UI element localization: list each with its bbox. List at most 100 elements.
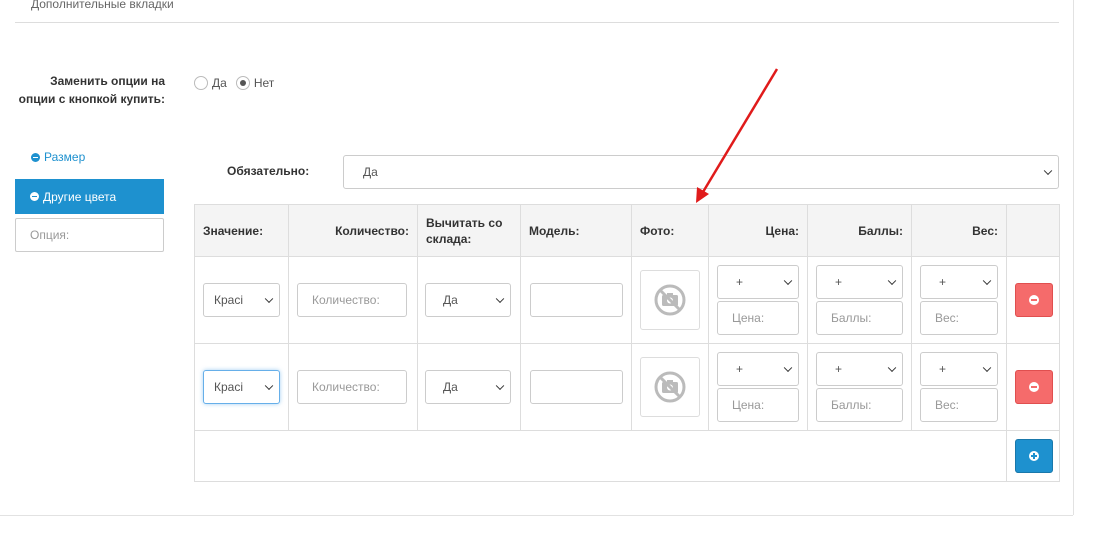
radio-no-label: Нет bbox=[253, 76, 275, 90]
subtract-select-text: Да bbox=[443, 293, 458, 307]
option-values-table: Значение: Количество: Вычитать со склада… bbox=[194, 204, 1060, 482]
value-select[interactable]: Красі bbox=[203, 370, 280, 404]
header-photo: Фото: bbox=[631, 204, 709, 257]
chevron-down-icon bbox=[495, 381, 505, 391]
header-value: Значение: bbox=[194, 204, 289, 257]
cell-photo bbox=[631, 256, 709, 344]
subtract-select[interactable]: Да bbox=[425, 283, 511, 317]
subtract-select-text: Да bbox=[443, 380, 458, 394]
cell-weight: + Вес: bbox=[911, 256, 1007, 344]
cell-model bbox=[520, 256, 632, 344]
replace-options-label: Заменить опции на опции с кнопкой купить… bbox=[18, 74, 165, 106]
header-actions bbox=[1006, 204, 1060, 257]
table-row: Красі Количество: Да + Цена: + Баллы: + … bbox=[194, 343, 1060, 431]
cell-quantity: Количество: bbox=[288, 343, 418, 431]
radio-yes-label: Да bbox=[212, 76, 227, 90]
chevron-down-icon bbox=[982, 363, 992, 373]
chevron-down-icon bbox=[264, 381, 274, 391]
table-header-row: Значение: Количество: Вычитать со склада… bbox=[194, 204, 1060, 257]
cell-subtract: Да bbox=[417, 343, 521, 431]
required-label: Обязательно: bbox=[227, 164, 310, 178]
price-prefix-text: + bbox=[736, 362, 744, 376]
weight-prefix-select[interactable]: + bbox=[920, 352, 998, 386]
cell-value: Красі bbox=[194, 256, 289, 344]
price-prefix-text: + bbox=[736, 275, 744, 289]
minus-circle-icon bbox=[1029, 295, 1039, 305]
table-row: Красі Количество: Да + Цена: + Баллы: + … bbox=[194, 256, 1060, 344]
points-prefix-text: + bbox=[835, 275, 843, 289]
value-select[interactable]: Красі bbox=[203, 283, 280, 317]
chevron-down-icon bbox=[783, 276, 793, 286]
quantity-input[interactable]: Количество: bbox=[297, 370, 407, 404]
quantity-input[interactable]: Количество: bbox=[297, 283, 407, 317]
price-input[interactable]: Цена: bbox=[717, 388, 799, 422]
header-points: Баллы: bbox=[807, 204, 912, 257]
value-select-text: Красі bbox=[214, 293, 244, 307]
panel-bottom-border bbox=[0, 515, 1073, 516]
minus-circle-icon bbox=[30, 192, 39, 201]
cell-points: + Баллы: bbox=[807, 256, 912, 344]
photo-thumbnail[interactable] bbox=[640, 357, 700, 417]
cell-actions bbox=[1006, 430, 1060, 482]
required-select-value: Да bbox=[363, 165, 378, 179]
cell-price: + Цена: bbox=[708, 256, 808, 344]
price-prefix-select[interactable]: + bbox=[717, 265, 799, 299]
weight-prefix-text: + bbox=[939, 275, 947, 289]
chevron-down-icon bbox=[783, 363, 793, 373]
chevron-down-icon bbox=[1043, 166, 1053, 176]
price-input[interactable]: Цена: bbox=[717, 301, 799, 335]
divider bbox=[15, 22, 1059, 23]
model-input[interactable] bbox=[530, 370, 623, 404]
photo-thumbnail[interactable] bbox=[640, 270, 700, 330]
cell-quantity: Количество: bbox=[288, 256, 418, 344]
option-autocomplete-input[interactable]: Опция: bbox=[15, 218, 164, 252]
no-photo-icon bbox=[654, 284, 686, 316]
cell-actions bbox=[1006, 343, 1060, 431]
add-row-button[interactable] bbox=[1015, 439, 1053, 473]
weight-prefix-text: + bbox=[939, 362, 947, 376]
points-input[interactable]: Баллы: bbox=[816, 301, 903, 335]
model-input[interactable] bbox=[530, 283, 623, 317]
subtract-select[interactable]: Да bbox=[425, 370, 511, 404]
no-photo-icon bbox=[654, 371, 686, 403]
weight-input[interactable]: Вес: bbox=[920, 388, 998, 422]
cell-photo bbox=[631, 343, 709, 431]
panel-right-border bbox=[1073, 0, 1074, 515]
cell-empty bbox=[194, 430, 1007, 482]
points-prefix-text: + bbox=[835, 362, 843, 376]
weight-input[interactable]: Вес: bbox=[920, 301, 998, 335]
chevron-down-icon bbox=[982, 276, 992, 286]
cell-price: + Цена: bbox=[708, 343, 808, 431]
header-quantity: Количество: bbox=[288, 204, 418, 257]
table-footer-row bbox=[194, 430, 1060, 482]
chevron-down-icon bbox=[887, 363, 897, 373]
header-subtract: Вычитать со склада: bbox=[417, 204, 521, 257]
sidebar-item-size[interactable]: Размер bbox=[31, 150, 85, 164]
cell-value: Красі bbox=[194, 343, 289, 431]
remove-row-button[interactable] bbox=[1015, 283, 1053, 317]
cell-points: + Баллы: bbox=[807, 343, 912, 431]
chevron-down-icon bbox=[264, 294, 274, 304]
header-price: Цена: bbox=[708, 204, 808, 257]
header-model: Модель: bbox=[520, 204, 632, 257]
minus-circle-icon bbox=[1029, 382, 1039, 392]
replace-options-radio-group: Да Нет bbox=[194, 76, 283, 90]
radio-no[interactable] bbox=[235, 76, 250, 90]
extra-tabs-label: Дополнительные вкладки bbox=[31, 0, 174, 11]
points-prefix-select[interactable]: + bbox=[816, 352, 903, 386]
sidebar-item-other-colors[interactable]: Другие цвета bbox=[15, 179, 164, 214]
required-select[interactable]: Да bbox=[343, 155, 1059, 189]
points-input[interactable]: Баллы: bbox=[816, 388, 903, 422]
chevron-down-icon bbox=[495, 294, 505, 304]
remove-row-button[interactable] bbox=[1015, 370, 1053, 404]
sidebar-item-label: Другие цвета bbox=[43, 189, 117, 204]
radio-yes[interactable] bbox=[194, 76, 208, 90]
cell-actions bbox=[1006, 256, 1060, 344]
value-select-text: Красі bbox=[214, 380, 244, 394]
header-weight: Вес: bbox=[911, 204, 1007, 257]
weight-prefix-select[interactable]: + bbox=[920, 265, 998, 299]
chevron-down-icon bbox=[887, 276, 897, 286]
points-prefix-select[interactable]: + bbox=[816, 265, 903, 299]
price-prefix-select[interactable]: + bbox=[717, 352, 799, 386]
cell-model bbox=[520, 343, 632, 431]
